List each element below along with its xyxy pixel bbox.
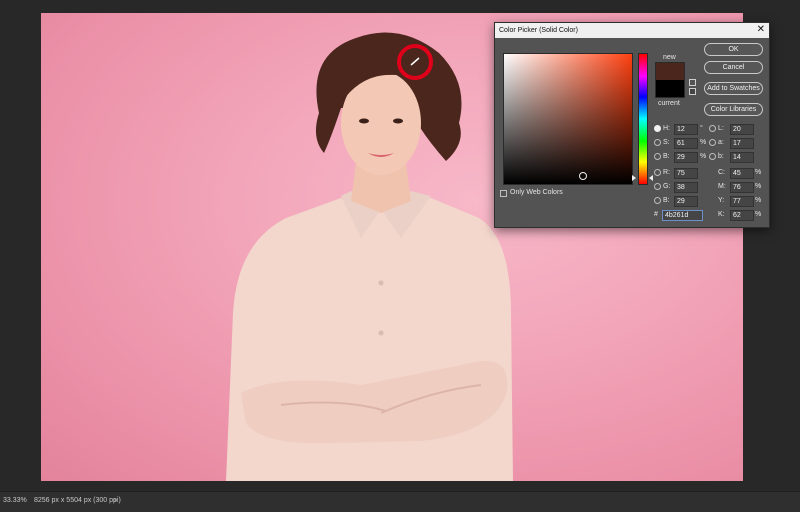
unit-k: %: [755, 211, 762, 218]
input-s[interactable]: 61: [674, 138, 698, 149]
label-b: b:: [718, 153, 724, 160]
web-safe-icon[interactable]: [689, 88, 696, 95]
only-web-colors-checkbox[interactable]: [500, 190, 507, 197]
color-field[interactable]: [503, 53, 633, 185]
label-m: M:: [718, 183, 726, 190]
input-blue[interactable]: 29: [674, 196, 698, 207]
input-r[interactable]: 75: [674, 168, 698, 179]
unit-s: %: [700, 139, 707, 146]
label-a: a:: [718, 139, 724, 146]
unit-brightness: %: [700, 153, 707, 160]
hue-slider-left-arrow[interactable]: [632, 175, 636, 181]
document-size: 8256 px x 5504 px (300 ppi): [34, 497, 121, 504]
radio-brightness[interactable]: [654, 153, 661, 160]
status-menu-arrow[interactable]: ›: [114, 497, 116, 504]
input-k[interactable]: 62: [730, 210, 754, 221]
input-h[interactable]: 12: [674, 124, 698, 135]
cancel-button[interactable]: Cancel: [704, 61, 763, 74]
input-y[interactable]: 77: [730, 196, 754, 207]
current-color-label: current: [658, 100, 680, 107]
label-k: K:: [718, 211, 725, 218]
input-a[interactable]: 17: [730, 138, 754, 149]
dialog-title: Color Picker (Solid Color): [499, 27, 578, 34]
input-c[interactable]: 45: [730, 168, 754, 179]
dialog-titlebar[interactable]: Color Picker (Solid Color) ✕: [495, 23, 769, 38]
radio-l[interactable]: [709, 125, 716, 132]
new-color-swatch: [655, 62, 685, 80]
radio-h[interactable]: [654, 125, 661, 132]
label-blue: B:: [663, 197, 670, 204]
label-y: Y:: [718, 197, 725, 204]
unit-m: %: [755, 183, 762, 190]
radio-r[interactable]: [654, 169, 661, 176]
label-r: R:: [663, 169, 670, 176]
radio-s[interactable]: [654, 139, 661, 146]
input-l[interactable]: 20: [730, 124, 754, 135]
new-color-label: new: [663, 54, 676, 61]
color-libraries-button[interactable]: Color Libraries: [704, 103, 763, 116]
zoom-level[interactable]: 33.33%: [3, 497, 27, 504]
label-g: G:: [663, 183, 671, 190]
radio-a[interactable]: [709, 139, 716, 146]
hex-hash-label: #: [654, 211, 658, 218]
radio-blue[interactable]: [654, 197, 661, 204]
label-s: S:: [663, 139, 670, 146]
label-l: L:: [718, 125, 724, 132]
hue-slider[interactable]: [638, 53, 648, 185]
radio-g[interactable]: [654, 183, 661, 190]
close-icon[interactable]: ✕: [757, 25, 765, 35]
radio-b[interactable]: [709, 153, 716, 160]
input-m[interactable]: 76: [730, 182, 754, 193]
input-b[interactable]: 14: [730, 152, 754, 163]
hex-input[interactable]: 4b261d: [662, 210, 703, 221]
current-color-swatch[interactable]: [655, 80, 685, 98]
label-h: H:: [663, 125, 670, 132]
label-c: C:: [718, 169, 725, 176]
input-brightness[interactable]: 29: [674, 152, 698, 163]
only-web-colors-label: Only Web Colors: [510, 189, 563, 196]
unit-y: %: [755, 197, 762, 204]
gamut-warning-icon[interactable]: [689, 79, 696, 86]
hue-slider-right-arrow[interactable]: [649, 175, 653, 181]
color-field-marker[interactable]: [579, 172, 587, 180]
ok-button[interactable]: OK: [704, 43, 763, 56]
color-picker-dialog: Color Picker (Solid Color) ✕ new current…: [494, 22, 770, 228]
label-brightness: B:: [663, 153, 670, 160]
status-bar: 33.33% 8256 px x 5504 px (300 ppi) ›: [0, 491, 800, 512]
unit-c: %: [755, 169, 762, 176]
add-to-swatches-button[interactable]: Add to Swatches: [704, 82, 763, 95]
input-g[interactable]: 38: [674, 182, 698, 193]
unit-h: °: [700, 125, 703, 132]
